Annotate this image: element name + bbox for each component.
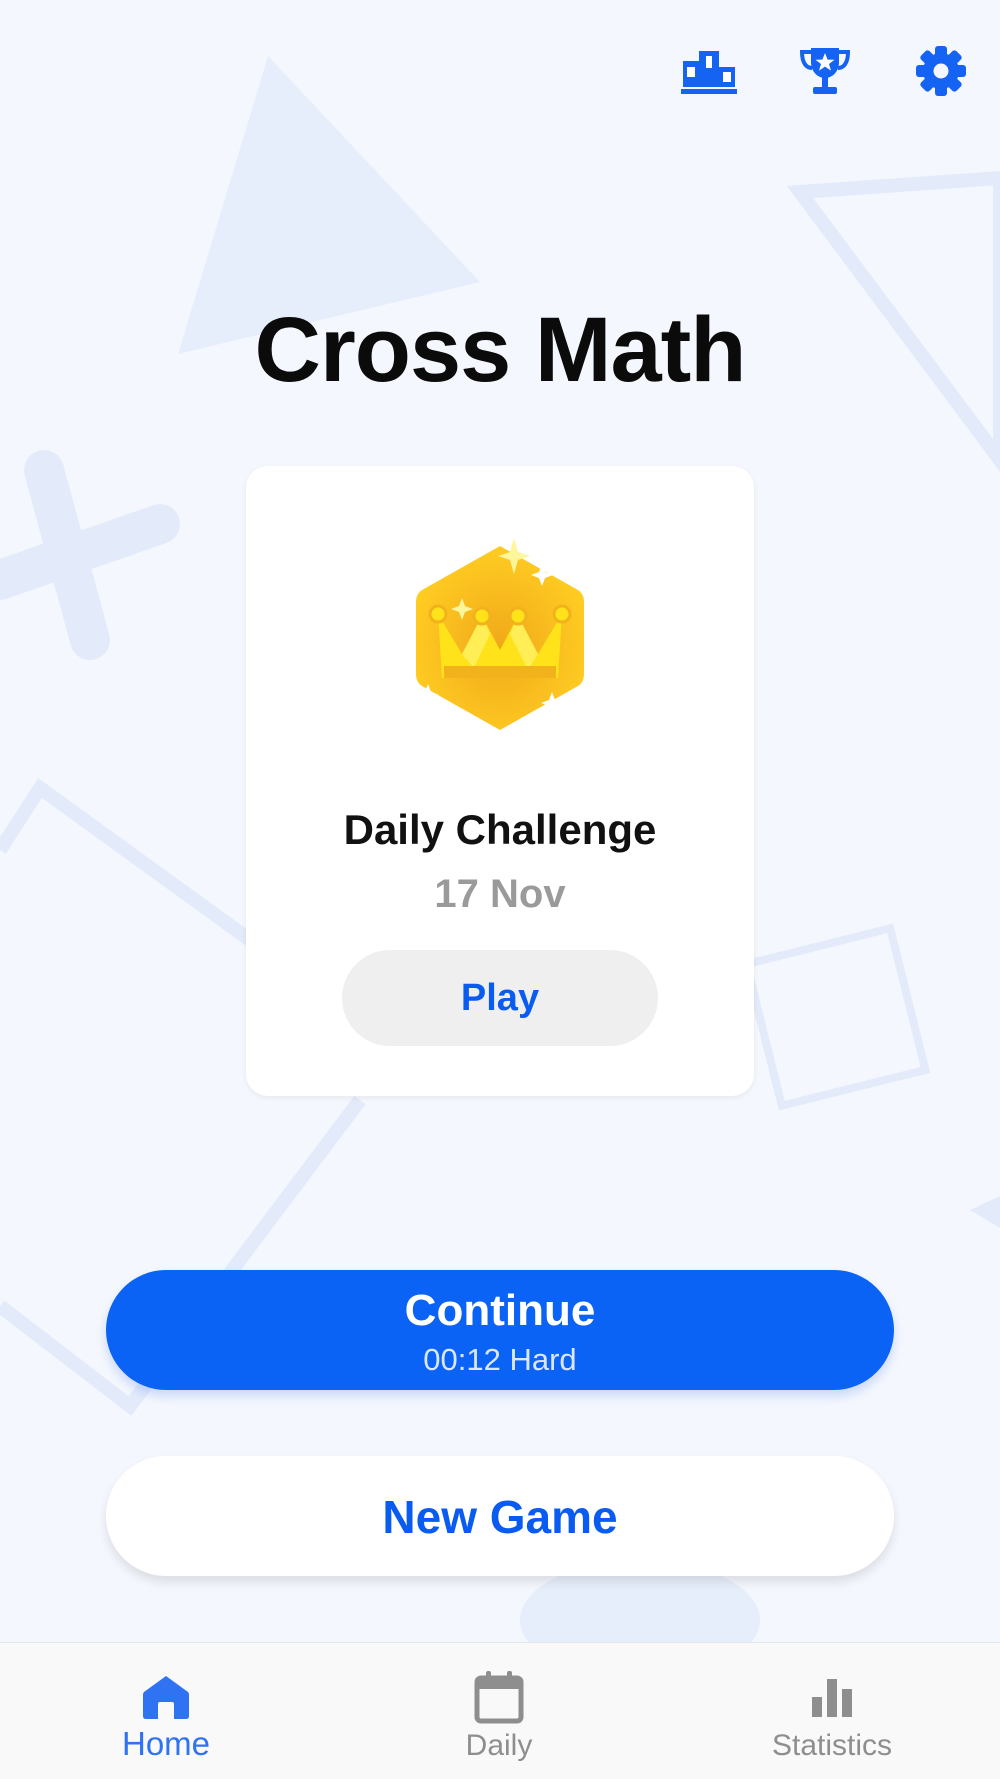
nav-item-statistics[interactable]: Statistics [722, 1643, 942, 1779]
home-icon [134, 1665, 198, 1729]
daily-challenge-title: Daily Challenge [343, 806, 657, 853]
new-game-button[interactable]: New Game [106, 1456, 894, 1576]
new-game-label: New Game [382, 1491, 618, 1543]
daily-challenge-date: 17 Nov [434, 872, 566, 916]
nav-label-daily: Daily [465, 1729, 533, 1762]
continue-label: Continue [404, 1286, 596, 1335]
continue-game-info: 00:12 Hard [423, 1342, 577, 1377]
nav-label-statistics: Statistics [771, 1729, 893, 1762]
trophy-icon[interactable] [790, 36, 860, 106]
calendar-icon [467, 1665, 531, 1729]
nav-item-daily[interactable]: Daily [389, 1643, 609, 1779]
continue-button[interactable]: Continue 00:12 Hard [106, 1270, 894, 1390]
daily-challenge-card: Daily Challenge 17 Nov Play [246, 466, 754, 1096]
bottom-navigation: Home Daily Statistics [0, 1642, 1000, 1779]
play-button[interactable]: Play [342, 950, 658, 1046]
nav-item-home[interactable]: Home [56, 1643, 276, 1779]
app-title: Cross Math [254, 299, 747, 401]
top-toolbar [0, 36, 1000, 126]
gear-icon[interactable] [906, 36, 976, 106]
crown-badge-icon [416, 538, 584, 730]
bar-chart-icon [800, 1665, 864, 1729]
podium-icon[interactable] [674, 36, 744, 106]
nav-label-home: Home [121, 1725, 211, 1762]
